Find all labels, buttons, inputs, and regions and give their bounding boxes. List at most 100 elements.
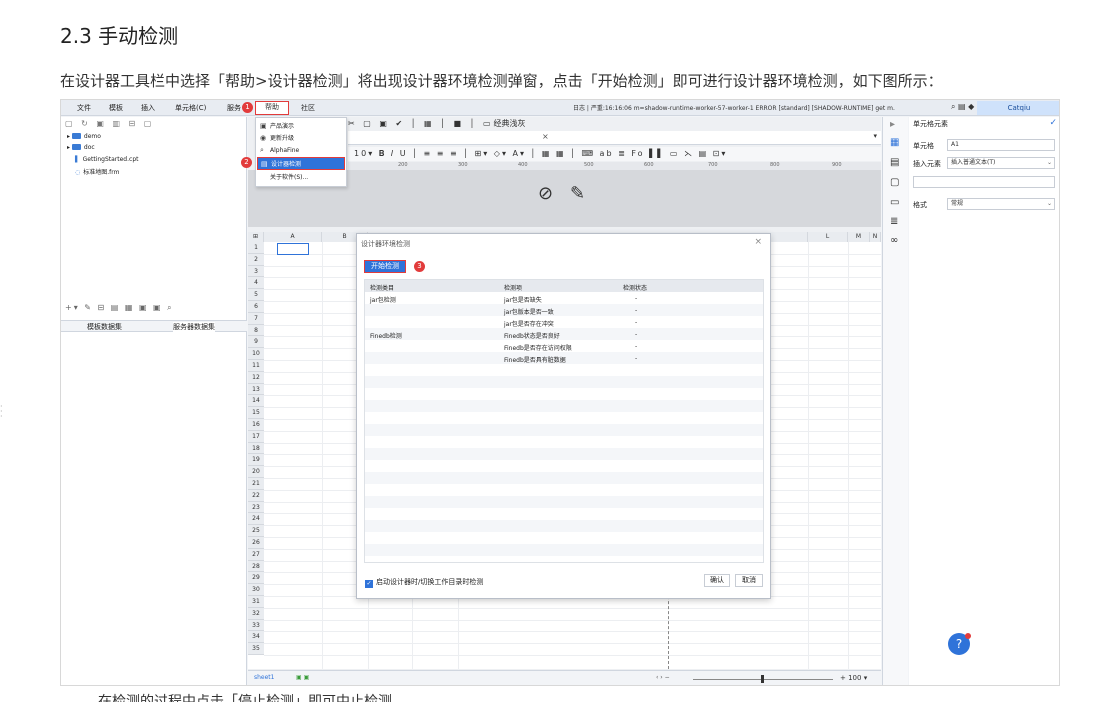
- ok-button[interactable]: 确认: [704, 574, 730, 587]
- menu-item-about[interactable]: 关于软件(S)...: [270, 172, 308, 184]
- menu-bar: 文件 模板 插入 单元格(C) 服务 1 帮助 社区 日志 | 严重:16:16…: [61, 100, 1059, 116]
- log-status[interactable]: 日志 | 严重:16:16:06 m=shadow-runtime-worker…: [573, 103, 895, 112]
- row-header[interactable]: 13: [248, 383, 264, 396]
- style-icon[interactable]: ≣: [890, 216, 898, 227]
- cell-attr-icon[interactable]: ▤: [890, 157, 899, 168]
- row-header[interactable]: 9: [248, 336, 264, 349]
- add-sheet-icon[interactable]: ▣ ▣: [296, 674, 309, 681]
- row-header[interactable]: 6: [248, 301, 264, 313]
- row-header[interactable]: 3: [248, 265, 264, 278]
- row-header[interactable]: 30: [248, 584, 264, 596]
- menu-cell[interactable]: 单元格(C): [175, 103, 206, 113]
- widget-icon[interactable]: ▢: [890, 177, 899, 188]
- help-icon[interactable]: ?: [948, 633, 971, 655]
- selected-cell[interactable]: [277, 243, 309, 255]
- col-header-a[interactable]: A: [264, 232, 322, 242]
- row-header[interactable]: 32: [248, 607, 264, 620]
- menu-item-update[interactable]: ◉ 更新升级: [260, 132, 294, 144]
- row-header[interactable]: 18: [248, 442, 264, 455]
- tab-template-dataset[interactable]: 模板数据集: [87, 322, 122, 332]
- element-value-field[interactable]: [913, 176, 1055, 188]
- cell-element-icon[interactable]: ▦: [890, 137, 899, 148]
- row-header[interactable]: 23: [248, 501, 264, 514]
- menu-item-demo[interactable]: ▣ 产品演示: [260, 120, 294, 132]
- row-header[interactable]: 22: [248, 489, 264, 502]
- start-check-button[interactable]: 开始检测: [364, 260, 406, 273]
- link-icon[interactable]: ∞: [890, 235, 898, 246]
- cell-field[interactable]: A1: [947, 139, 1055, 151]
- cancel-button[interactable]: 取消: [735, 574, 763, 587]
- menu-template[interactable]: 模板: [109, 103, 123, 113]
- search-icon[interactable]: ⌕ ▤ ◆: [951, 102, 974, 112]
- pencil-icon[interactable]: ✎: [570, 183, 585, 204]
- col-header-n[interactable]: N: [870, 232, 881, 242]
- check-icon[interactable]: ✓: [1049, 118, 1057, 128]
- menu-insert[interactable]: 插入: [141, 103, 155, 113]
- row-header[interactable]: 16: [248, 419, 264, 431]
- row-header[interactable]: 1: [248, 242, 264, 254]
- eye-off-icon[interactable]: ⊘: [538, 183, 553, 204]
- row-header[interactable]: 17: [248, 430, 264, 443]
- zoom-knob[interactable]: [761, 675, 764, 683]
- row-header[interactable]: 2: [248, 253, 264, 266]
- menu-item-alphafine[interactable]: ⌕ AlphaFine: [260, 144, 299, 156]
- step-badge-1: 1: [242, 102, 253, 113]
- menu-file[interactable]: 文件: [77, 103, 91, 113]
- insert-element-select[interactable]: 插入普通文本(T) ⌄: [947, 157, 1055, 169]
- zoom-nav[interactable]: ‹ › −: [656, 674, 670, 681]
- menu-item-designer-check[interactable]: ▤ 设计器检测: [257, 157, 345, 170]
- template-panel: ▢ ↻ ▣ ▥ ⊟ ▢ ▸ demo ▸ doc ▌ GettingStarted…: [61, 117, 247, 685]
- dataset-toolbar[interactable]: +▾ ✎ ⊟ ▤ ▦ ▣ ▣ ⌕: [65, 303, 174, 313]
- tree-item-map[interactable]: ◌ 标准地图.frm: [75, 167, 119, 176]
- table-row: [365, 544, 763, 556]
- tab-menu-icon[interactable]: ▾: [873, 132, 877, 140]
- row-header[interactable]: 29: [248, 572, 264, 585]
- corner-cell[interactable]: ⊞: [248, 232, 264, 242]
- row-header[interactable]: 4: [248, 277, 264, 290]
- tab-server-dataset[interactable]: 服务器数据集: [173, 322, 215, 332]
- row-header[interactable]: 34: [248, 631, 264, 644]
- row-header[interactable]: 14: [248, 395, 264, 408]
- row-header[interactable]: 24: [248, 513, 264, 526]
- row-header[interactable]: 10: [248, 348, 264, 360]
- row-header[interactable]: 28: [248, 560, 264, 573]
- close-icon[interactable]: ×: [542, 132, 549, 141]
- col-header-m[interactable]: M: [848, 232, 870, 242]
- format-select[interactable]: 常规 ⌄: [947, 198, 1055, 210]
- auto-check-checkbox[interactable]: ✓ 启动设计器时/切换工作目录时检测: [365, 577, 483, 588]
- row-header[interactable]: 31: [248, 596, 264, 608]
- copy-icon[interactable]: ▢ ↻ ▣ ▥ ⊟ ▢: [65, 119, 154, 128]
- table-row: [365, 472, 763, 484]
- row-header[interactable]: 25: [248, 525, 264, 537]
- edit-toolbar[interactable]: ✂ ▢ ▣ ✔ │ ▦ │ ■ │ ▭经典浅灰: [348, 118, 526, 129]
- row-header[interactable]: 19: [248, 454, 264, 467]
- row-header[interactable]: 5: [248, 289, 264, 301]
- row-header[interactable]: 33: [248, 619, 264, 632]
- tree-item-getting-started[interactable]: ▌ GettingStarted.cpt: [75, 156, 138, 163]
- menu-help[interactable]: 帮助: [255, 101, 289, 115]
- row-header[interactable]: 21: [248, 478, 264, 490]
- row-header[interactable]: 27: [248, 548, 264, 561]
- user-button[interactable]: Catqiu: [977, 101, 1059, 115]
- side-handle-icon[interactable]: · · ·: [0, 403, 3, 421]
- row-header[interactable]: 12: [248, 371, 264, 384]
- row-header[interactable]: 26: [248, 537, 264, 549]
- menu-server[interactable]: 服务: [227, 103, 241, 113]
- col-header-l[interactable]: L: [808, 232, 848, 242]
- row-header[interactable]: 7: [248, 312, 264, 325]
- check-icon[interactable]: ✓: [365, 580, 373, 588]
- close-icon[interactable]: ×: [754, 237, 762, 247]
- collapse-icon[interactable]: ▸: [890, 119, 895, 130]
- row-header[interactable]: 11: [248, 360, 264, 372]
- zoom-value[interactable]: + 100 ▾: [840, 674, 867, 682]
- menu-community[interactable]: 社区: [301, 103, 315, 113]
- tree-item-doc[interactable]: ▸ doc: [67, 144, 95, 151]
- row-header[interactable]: 15: [248, 407, 264, 419]
- row-header[interactable]: 20: [248, 466, 264, 478]
- row-header[interactable]: 35: [248, 643, 264, 655]
- sheet-tab[interactable]: sheet1: [254, 674, 274, 681]
- tree-item-demo[interactable]: ▸ demo: [67, 133, 101, 140]
- format-toolbar[interactable]: 10▾ 𝐁 𝐼 U │ ≡ ≡ ≡ │ ⊞▾ ◇▾ A▾ │ ▦ ▦ │ ⌨ a…: [348, 147, 881, 161]
- row-header[interactable]: 8: [248, 324, 264, 337]
- condition-icon[interactable]: ▭: [890, 197, 899, 208]
